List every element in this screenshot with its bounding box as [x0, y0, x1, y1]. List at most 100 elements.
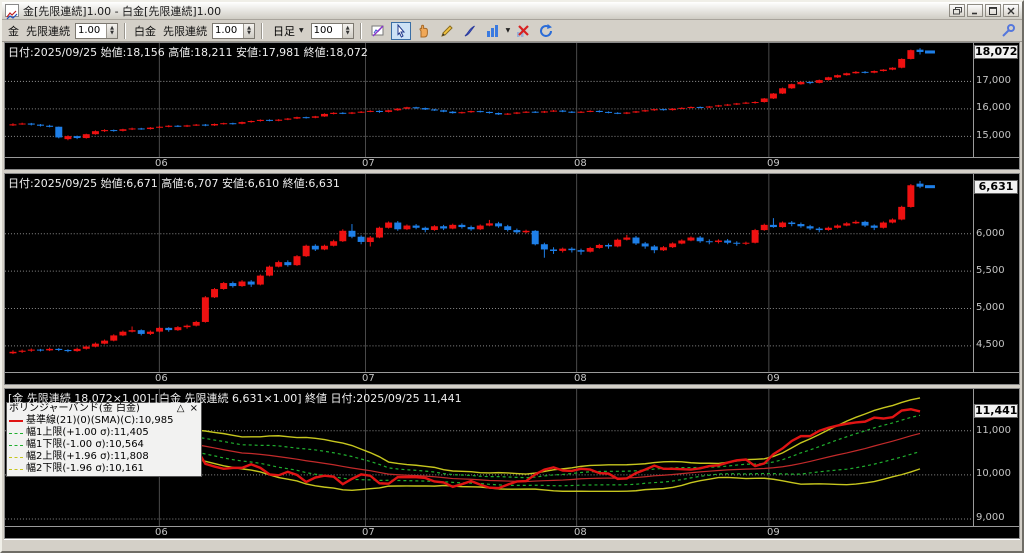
chart-type-button[interactable] [483, 22, 503, 40]
y-tick-label: 5,500 [976, 265, 1005, 276]
gold-ratio-input[interactable]: 1.00 ▲▼ [75, 23, 118, 39]
y-tick-label: 15,000 [976, 130, 1011, 141]
platinum-chart-panel: 日付:2025/09/25 始値:6,671 高値:6,707 安値:6,610… [4, 173, 1020, 385]
y-tick-label: 11,000 [976, 425, 1011, 436]
platinum-ratio-input[interactable]: 1.00 ▲▼ [212, 23, 255, 39]
brush-button[interactable] [460, 22, 480, 40]
platinum-label: 白金 [134, 23, 156, 39]
close-button[interactable] [1003, 4, 1019, 17]
legend-item: 基準線(21)(0)(SMA)(C):10,985 [9, 415, 199, 427]
gold-ratio-spin-buttons[interactable]: ▲▼ [106, 24, 117, 38]
gold-label: 金 [8, 23, 19, 39]
current-price-tag: 11,441 [974, 404, 1018, 418]
settings-wrench-icon [1000, 23, 1016, 39]
legend-item: 幅2下限(-1.96 σ):10,161 [9, 463, 199, 475]
chart-type-icon [485, 23, 501, 39]
spread-price-axis: 11,000 10,000 9,000 11,441 [974, 389, 1019, 526]
toolbar-separator [124, 23, 126, 39]
popout-icon [953, 7, 962, 15]
bar-count-value[interactable]: 100 [312, 24, 342, 38]
brush-icon [462, 23, 478, 39]
refresh-button[interactable] [536, 22, 556, 40]
y-tick-label: 16,000 [976, 102, 1011, 113]
maximize-icon [989, 7, 997, 15]
x-tick-label: 06 [155, 373, 168, 384]
candles [9, 48, 934, 140]
pencil-draw-icon [439, 23, 455, 39]
select-cursor-icon [393, 23, 409, 39]
period-value: 日足 [273, 23, 295, 39]
legend-item: 幅2上限(+1.96 σ):11,808 [9, 451, 199, 463]
x-tick-label: 09 [767, 527, 780, 538]
platinum-ratio-spin-buttons[interactable]: ▲▼ [243, 24, 254, 38]
app-chart-icon-glyph [6, 9, 18, 20]
platinum-chart-plot[interactable] [5, 174, 973, 372]
gridlines [5, 43, 973, 157]
gold-ratio-value[interactable]: 1.00 [76, 24, 106, 38]
window-title: 金[先限連続]1.00 - 白金[先限連続]1.00 [23, 3, 221, 19]
delete-drawing-icon [515, 23, 531, 39]
spread-time-axis: 06070809 [5, 526, 1019, 538]
y-tick-label: 6,000 [976, 228, 1005, 239]
pan-hand-icon [416, 23, 432, 39]
legend-item: 幅1上限(+1.00 σ):11,405 [9, 427, 199, 439]
chevron-down-icon: ▼ [299, 27, 304, 34]
spread-chart-panel: [金 先限連続 18,072×1.00]-[白金 先限連続 6,631×1.00… [4, 388, 1020, 539]
x-tick-label: 09 [767, 373, 780, 384]
x-tick-label: 09 [767, 158, 780, 169]
refresh-icon [538, 23, 554, 39]
indicator-window-button[interactable] [368, 22, 388, 40]
x-tick-label: 07 [362, 373, 375, 384]
gold-ohlc-info: 日付:2025/09/25 始値:18,156 高値:18,211 安値:17,… [8, 44, 368, 60]
maximize-button[interactable] [985, 4, 1001, 17]
gridlines [5, 174, 973, 372]
y-tick-label: 5,000 [976, 302, 1005, 313]
gold-price-axis: 17,00016,00015,00014,00018,072 [974, 43, 1019, 157]
x-tick-label: 06 [155, 158, 168, 169]
popout-button[interactable] [949, 4, 965, 17]
gold-chart-panel: 日付:2025/09/25 始値:18,156 高値:18,211 安値:17,… [4, 42, 1020, 170]
x-tick-label: 08 [574, 527, 587, 538]
minimize-icon [971, 7, 979, 15]
close-icon [1007, 7, 1015, 15]
y-tick-label: 10,000 [976, 468, 1011, 479]
bar-count-input[interactable]: 100 ▲▼ [311, 23, 354, 39]
platinum-series-label: 先限連続 [163, 23, 207, 39]
y-tick-label: 17,000 [976, 75, 1011, 86]
indicator-window-icon [370, 23, 386, 39]
legend-items: 基準線(21)(0)(SMA)(C):10,985幅1上限(+1.00 σ):1… [9, 415, 199, 475]
x-tick-label: 07 [362, 158, 375, 169]
bollinger-legend: ボリンジャーバンド(金 白金) △ × 基準線(21)(0)(SMA)(C):1… [6, 402, 202, 477]
pan-hand-button[interactable] [414, 22, 434, 40]
x-tick-label: 07 [362, 527, 375, 538]
x-tick-label: 08 [574, 373, 587, 384]
toolbar-separator [261, 23, 263, 39]
platinum-price-axis: 6,0005,5005,0004,5006,631 [974, 174, 1019, 372]
select-cursor-button[interactable] [391, 22, 411, 40]
app-window: 金[先限連続]1.00 - 白金[先限連続]1.00 [0, 0, 1024, 553]
chart-type-dropdown-caret[interactable]: ▼ [506, 27, 511, 34]
y-tick-label: 9,000 [976, 512, 1005, 523]
chart-stack: 日付:2025/09/25 始値:18,156 高値:18,211 安値:17,… [4, 42, 1020, 539]
minimize-button[interactable] [967, 4, 983, 17]
current-price-tag: 18,072 [974, 45, 1018, 59]
bar-count-spin-buttons[interactable]: ▲▼ [342, 24, 353, 38]
gold-time-axis: 06070809 [5, 157, 1019, 169]
platinum-time-axis: 06 07 08 09 [5, 372, 1019, 384]
platinum-ohlc-info: 日付:2025/09/25 始値:6,671 高値:6,707 安値:6,610… [8, 175, 340, 191]
pencil-draw-button[interactable] [437, 22, 457, 40]
title-bar: 金[先限連続]1.00 - 白金[先限連続]1.00 [2, 2, 1022, 20]
gold-series-label: 先限連続 [26, 23, 70, 39]
y-tick-label: 4,500 [976, 339, 1005, 350]
app-chart-icon [5, 4, 19, 17]
platinum-ratio-value[interactable]: 1.00 [213, 24, 243, 38]
legend-item: 幅1下限(-1.00 σ):10,564 [9, 439, 199, 451]
settings-wrench-button[interactable] [998, 22, 1018, 40]
toolbar-separator [360, 23, 362, 39]
period-dropdown[interactable]: 日足 ▼ [269, 23, 308, 39]
delete-drawing-button[interactable] [513, 22, 533, 40]
toolbar: 金 先限連続 1.00 ▲▼ 白金 先限連続 1.00 ▲▼ 日足 ▼ 100 … [2, 20, 1022, 42]
spread-header: [金 先限連続 18,072×1.00]-[白金 先限連続 6,631×1.00… [8, 390, 462, 406]
gold-chart-plot[interactable] [5, 43, 973, 157]
status-bar [4, 539, 1020, 551]
